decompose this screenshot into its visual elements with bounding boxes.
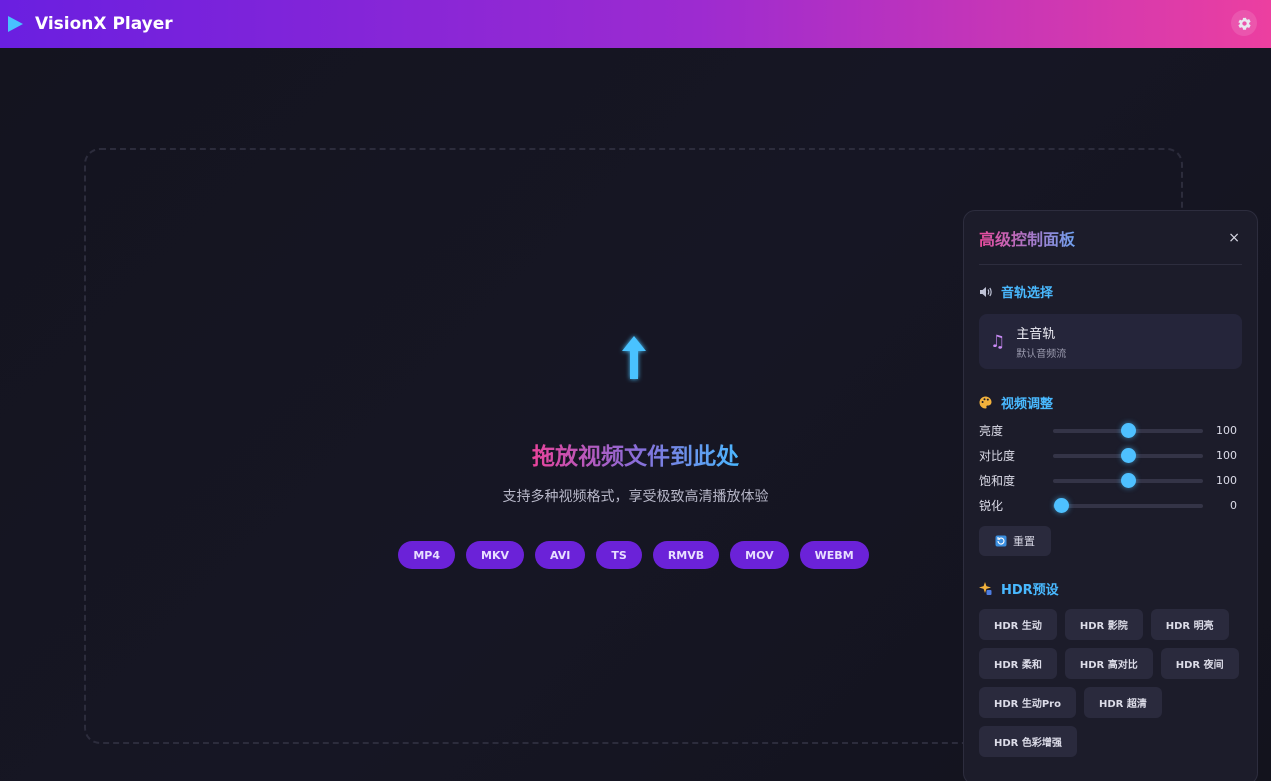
- contrast-label: 对比度: [979, 449, 1016, 463]
- format-badge-mkv: MKV: [466, 541, 524, 569]
- hdr-preset-vivid[interactable]: HDR 生动: [979, 609, 1057, 640]
- app-header: VisionX Player: [0, 0, 1271, 48]
- contrast-slider-thumb[interactable]: [1121, 447, 1136, 463]
- hdr-preset-soft[interactable]: HDR 柔和: [979, 648, 1057, 679]
- brightness-value: 100: [1216, 424, 1237, 437]
- advanced-control-panel: 高级控制面板 × 音轨选择 ♫ 主音轨 默认音频流 视频调整 亮度 100 对比…: [963, 210, 1258, 781]
- contrast-value: 100: [1216, 449, 1237, 462]
- sharpen-slider-thumb[interactable]: [1053, 497, 1069, 513]
- format-badge-avi: AVI: [535, 541, 586, 569]
- audio-track-desc: 默认音频流: [1016, 349, 1067, 360]
- sharpen-row: 锐化 0: [979, 493, 1242, 518]
- panel-header: 高级控制面板 ×: [979, 211, 1242, 265]
- gear-icon: [1237, 17, 1251, 30]
- hdr-preset-ultra-clear[interactable]: HDR 超清: [1083, 687, 1162, 718]
- hdr-preset-night[interactable]: HDR 夜间: [1160, 648, 1239, 679]
- sparkle-icon: [979, 582, 992, 595]
- palette-icon: [979, 396, 992, 409]
- hdr-preset-high-contrast[interactable]: HDR 高对比: [1064, 648, 1153, 679]
- saturation-slider-thumb[interactable]: [1121, 472, 1136, 488]
- contrast-slider[interactable]: [1053, 447, 1203, 463]
- panel-title: 高级控制面板: [979, 226, 1075, 250]
- saturation-slider[interactable]: [1053, 472, 1203, 488]
- format-badge-webm: WEBM: [799, 541, 869, 569]
- play-logo-icon: [8, 16, 23, 32]
- video-sliders: 亮度 100 对比度 100 饱和度 100 锐化 0: [979, 418, 1242, 518]
- sharpen-value: 0: [1230, 499, 1237, 512]
- format-badge-ts: TS: [596, 541, 642, 569]
- saturation-label: 饱和度: [979, 474, 1016, 488]
- brightness-slider[interactable]: [1053, 422, 1203, 438]
- video-section-title: 视频调整: [979, 393, 1242, 412]
- format-badge-rmvb: RMVB: [652, 541, 720, 569]
- hdr-preset-bright[interactable]: HDR 明亮: [1150, 609, 1229, 640]
- audio-section-label: 音轨选择: [1001, 286, 1054, 301]
- video-section-label: 视频调整: [1001, 397, 1054, 412]
- hdr-preset-cinema[interactable]: HDR 影院: [1064, 609, 1143, 640]
- hdr-section-label: HDR预设: [1001, 583, 1059, 598]
- hdr-section-title: HDR预设: [979, 579, 1242, 598]
- audio-track-main[interactable]: ♫ 主音轨 默认音频流: [979, 314, 1242, 369]
- app-title: VisionX Player: [35, 14, 173, 34]
- hdr-preset-vivid-pro[interactable]: HDR 生动Pro: [979, 687, 1076, 718]
- saturation-row: 饱和度 100: [979, 468, 1242, 493]
- reset-icon: [995, 535, 1007, 547]
- upload-arrow-icon: [622, 336, 646, 379]
- settings-button[interactable]: [1231, 10, 1257, 36]
- contrast-row: 对比度 100: [979, 443, 1242, 468]
- sharpen-label: 锐化: [979, 499, 1004, 513]
- hdr-preset-color-boost[interactable]: HDR 色彩增强: [979, 726, 1077, 757]
- close-panel-button[interactable]: ×: [1226, 228, 1242, 248]
- format-badge-mp4: MP4: [398, 541, 456, 569]
- hdr-preset-list: HDR 生动 HDR 影院 HDR 明亮 HDR 柔和 HDR 高对比 HDR …: [979, 609, 1244, 757]
- saturation-value: 100: [1216, 474, 1237, 487]
- reset-label: 重置: [1013, 535, 1035, 548]
- format-badge-mov: MOV: [730, 541, 789, 569]
- speaker-icon: [980, 286, 992, 297]
- brightness-row: 亮度 100: [979, 418, 1242, 443]
- brightness-label: 亮度: [979, 424, 1004, 438]
- reset-button[interactable]: 重置: [979, 526, 1051, 556]
- music-note-icon: ♫: [990, 331, 1006, 352]
- sharpen-slider[interactable]: [1053, 497, 1203, 513]
- audio-section-title: 音轨选择: [979, 282, 1242, 301]
- audio-track-name: 主音轨: [1016, 327, 1056, 342]
- brightness-slider-thumb[interactable]: [1121, 422, 1136, 438]
